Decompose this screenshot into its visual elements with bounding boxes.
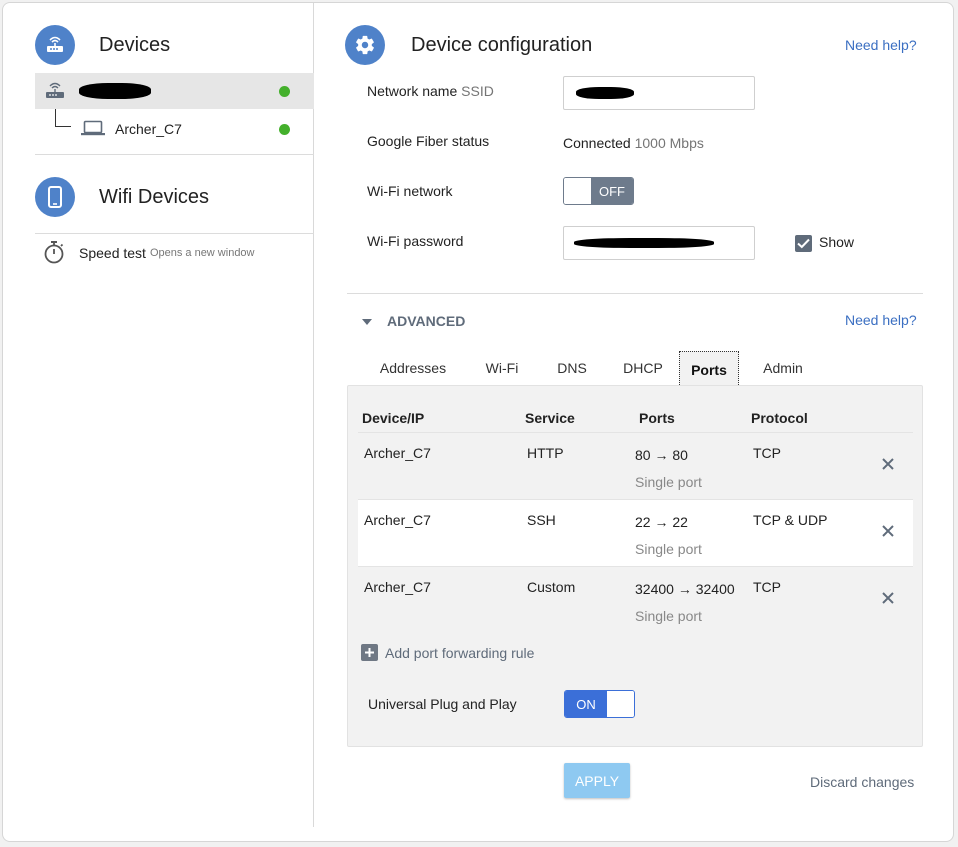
wifi-network-label: Wi-Fi network bbox=[367, 183, 453, 199]
ports-panel: Device/IP Service Ports Protocol Archer_… bbox=[347, 385, 923, 747]
router-icon bbox=[45, 82, 65, 103]
rule-port-type: Single port bbox=[635, 608, 702, 624]
router-icon bbox=[35, 25, 75, 65]
wifi-devices-title: Wifi Devices bbox=[99, 186, 210, 208]
online-status-dot bbox=[279, 86, 290, 97]
upnp-toggle[interactable]: ON bbox=[564, 690, 635, 718]
rule-service: Custom bbox=[527, 579, 576, 595]
advanced-toggle[interactable]: ADVANCED bbox=[361, 313, 465, 329]
divider bbox=[35, 233, 314, 234]
apply-button[interactable]: APPLY bbox=[564, 763, 630, 798]
ssid-input[interactable] bbox=[563, 76, 755, 110]
divider bbox=[35, 154, 314, 155]
tab-admin[interactable]: Admin bbox=[753, 351, 813, 385]
need-help-link[interactable]: Need help? bbox=[845, 37, 917, 53]
delete-rule-icon[interactable] bbox=[881, 524, 895, 538]
add-port-rule-button[interactable]: Add port forwarding rule bbox=[361, 644, 534, 661]
ssid-redacted bbox=[576, 87, 634, 99]
advanced-tabs: Addresses Wi-Fi DNS DHCP Ports Admin bbox=[347, 351, 923, 387]
port-rule-row: Archer_C7 HTTP 80 → 80 Single port TCP bbox=[358, 432, 913, 499]
rule-protocol: TCP & UDP bbox=[753, 512, 828, 528]
rule-service: HTTP bbox=[527, 445, 564, 461]
show-password-label: Show bbox=[819, 234, 855, 250]
ssid-label: Network name SSID bbox=[367, 83, 494, 99]
speed-test-link[interactable]: Speed test Opens a new window bbox=[43, 240, 255, 267]
speed-test-label: Speed test bbox=[79, 245, 146, 261]
toggle-state: ON bbox=[565, 691, 607, 717]
column-ports: Ports bbox=[639, 410, 675, 426]
delete-rule-icon[interactable] bbox=[881, 457, 895, 471]
stopwatch-icon bbox=[43, 240, 65, 267]
page-title: Device configuration bbox=[411, 34, 593, 56]
device-config-panel: Device configuration Need help? Network … bbox=[315, 3, 953, 841]
tab-ports[interactable]: Ports bbox=[679, 351, 739, 387]
devices-title: Devices bbox=[99, 34, 171, 56]
device-item-archer[interactable]: Archer_C7 bbox=[35, 109, 314, 149]
plus-icon bbox=[361, 644, 378, 661]
tree-connector bbox=[55, 109, 71, 127]
column-service: Service bbox=[525, 410, 575, 426]
tab-dns[interactable]: DNS bbox=[547, 351, 597, 385]
fiber-status-label: Google Fiber status bbox=[367, 133, 490, 149]
advanced-title: ADVANCED bbox=[387, 313, 466, 329]
device-name: Archer_C7 bbox=[115, 121, 182, 137]
wifi-password-input[interactable] bbox=[563, 226, 755, 260]
port-rule-row: Archer_C7 SSH 22 → 22 Single port TCP & … bbox=[358, 499, 913, 566]
discard-changes-link[interactable]: Discard changes bbox=[810, 774, 914, 790]
toggle-knob bbox=[607, 691, 634, 717]
rule-ports: 80 → 80 bbox=[635, 447, 688, 463]
rule-protocol: TCP bbox=[753, 445, 781, 461]
device-item-router[interactable] bbox=[35, 73, 314, 109]
advanced-need-help-link[interactable]: Need help? bbox=[845, 312, 917, 328]
wifi-password-label: Wi-Fi password bbox=[367, 233, 464, 249]
tab-dhcp[interactable]: DHCP bbox=[615, 351, 671, 385]
column-device: Device/IP bbox=[362, 410, 425, 426]
phone-icon bbox=[35, 177, 75, 217]
toggle-knob bbox=[564, 178, 591, 204]
rule-ports: 32400 → 32400 bbox=[635, 581, 735, 597]
rule-protocol: TCP bbox=[753, 579, 781, 595]
online-status-dot bbox=[279, 124, 290, 135]
speed-test-hint: Opens a new window bbox=[149, 247, 255, 259]
rule-device: Archer_C7 bbox=[364, 512, 431, 528]
password-redacted bbox=[574, 238, 714, 248]
laptop-icon bbox=[81, 120, 105, 139]
rule-service: SSH bbox=[527, 512, 556, 528]
device-name-redacted bbox=[79, 83, 151, 99]
column-protocol: Protocol bbox=[751, 410, 808, 426]
app-window: Devices Archer_C7 Wifi Devices Speed tes… bbox=[2, 2, 954, 842]
divider bbox=[347, 293, 923, 294]
gear-icon bbox=[345, 25, 385, 65]
tab-addresses[interactable]: Addresses bbox=[369, 351, 457, 385]
rule-device: Archer_C7 bbox=[364, 579, 431, 595]
show-password-checkbox[interactable] bbox=[795, 235, 812, 252]
wifi-network-toggle[interactable]: OFF bbox=[563, 177, 634, 205]
rule-port-type: Single port bbox=[635, 541, 702, 557]
rule-port-type: Single port bbox=[635, 474, 702, 490]
rule-device: Archer_C7 bbox=[364, 445, 431, 461]
toggle-state: OFF bbox=[591, 178, 633, 204]
caret-down-icon bbox=[361, 313, 373, 329]
fiber-status-value: Connected 1000 Mbps bbox=[563, 135, 704, 151]
sidebar: Devices Archer_C7 Wifi Devices Speed tes… bbox=[3, 3, 314, 827]
upnp-label: Universal Plug and Play bbox=[368, 696, 517, 712]
port-rule-row: Archer_C7 Custom 32400 → 32400 Single po… bbox=[358, 566, 913, 633]
rule-ports: 22 → 22 bbox=[635, 514, 688, 530]
tab-wifi[interactable]: Wi-Fi bbox=[472, 351, 532, 385]
add-port-rule-label: Add port forwarding rule bbox=[385, 644, 535, 661]
delete-rule-icon[interactable] bbox=[881, 591, 895, 605]
